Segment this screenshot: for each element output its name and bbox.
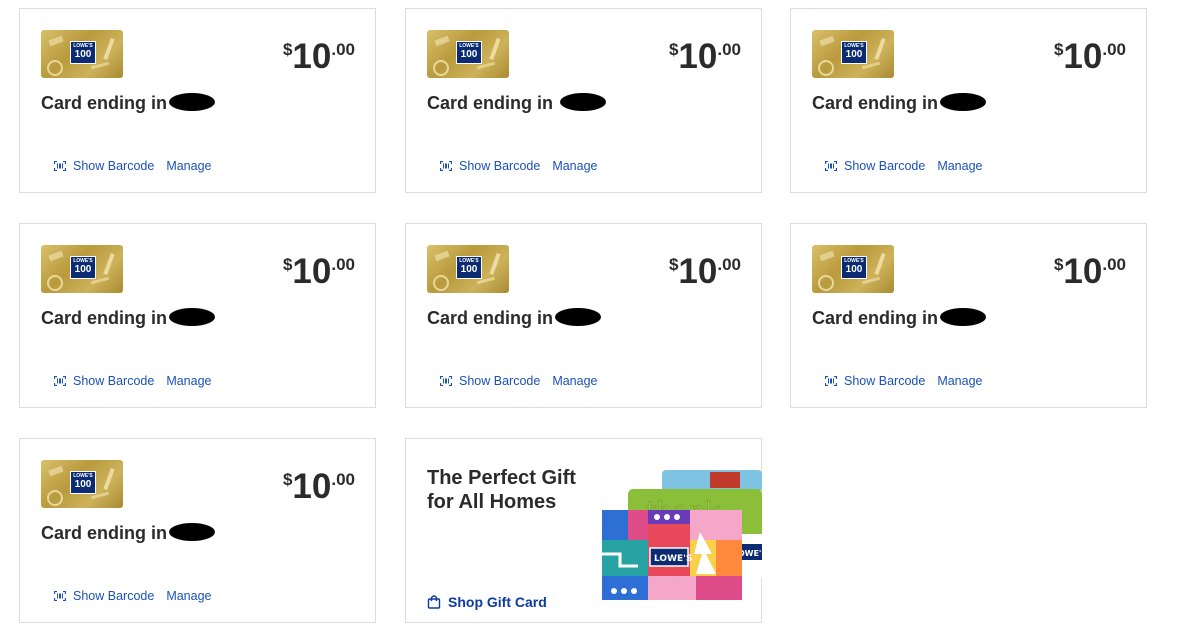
gift-card: LOWE'S 100 $10.00 Card ending in Show Ba… (790, 8, 1147, 193)
gift-card-illustration: thank LOWE'S LOWE'S (602, 470, 762, 600)
promo-title: The Perfect Gift for All Homes (427, 467, 576, 513)
show-barcode-link[interactable]: Show Barcode (73, 589, 154, 603)
redacted-card-number (555, 308, 601, 327)
show-barcode-link[interactable]: Show Barcode (73, 159, 154, 173)
gift-card-image: LOWE'S 100 (427, 245, 509, 293)
manage-link[interactable]: Manage (552, 374, 597, 388)
redacted-card-number (169, 523, 215, 542)
gift-card: LOWE'S 100 $10.00 Card ending in Show Ba… (405, 8, 762, 193)
manage-link[interactable]: Manage (166, 589, 211, 603)
card-balance: $10.00 (282, 37, 355, 76)
svg-text:LOWE'S: LOWE'S (654, 554, 692, 564)
gift-card-image: LOWE'S 100 (41, 460, 123, 508)
card-balance: $10.00 (668, 37, 741, 76)
lowes-logo: LOWE'S 100 (456, 41, 482, 64)
redacted-card-number (940, 93, 986, 112)
show-barcode-link[interactable]: Show Barcode (844, 374, 925, 388)
card-actions: Show Barcode Manage (825, 374, 983, 388)
barcode-scan-icon (54, 376, 66, 386)
card-ending-label: Card ending in (41, 308, 215, 329)
barcode-scan-icon (440, 376, 452, 386)
gift-card-image: LOWE'S 100 (812, 30, 894, 78)
lowes-logo: LOWE'S 100 (70, 41, 96, 64)
redacted-card-number (169, 308, 215, 327)
show-barcode-link[interactable]: Show Barcode (844, 159, 925, 173)
shopping-bag-icon (427, 595, 441, 609)
lowes-logo: LOWE'S 100 (70, 256, 96, 279)
lowes-logo: LOWE'S 100 (841, 256, 867, 279)
card-ending-label: Card ending in (427, 308, 601, 329)
card-ending-label: Card ending in (812, 93, 986, 114)
gift-card: LOWE'S 100 $10.00 Card ending in Show Ba… (19, 8, 376, 193)
card-actions: Show Barcode Manage (54, 159, 212, 173)
show-barcode-link[interactable]: Show Barcode (73, 374, 154, 388)
gift-card-image: LOWE'S 100 (812, 245, 894, 293)
card-actions: Show Barcode Manage (54, 374, 212, 388)
redacted-card-number (940, 308, 986, 327)
barcode-scan-icon (54, 591, 66, 601)
manage-link[interactable]: Manage (552, 159, 597, 173)
barcode-scan-icon (825, 161, 837, 171)
card-actions: Show Barcode Manage (440, 374, 598, 388)
show-barcode-link[interactable]: Show Barcode (459, 374, 540, 388)
lowes-logo: LOWE'S 100 (456, 256, 482, 279)
gift-card-image: LOWE'S 100 (41, 30, 123, 78)
manage-link[interactable]: Manage (166, 374, 211, 388)
gift-card-image: LOWE'S 100 (41, 245, 123, 293)
card-actions: Show Barcode Manage (825, 159, 983, 173)
gift-card-image: LOWE'S 100 (427, 30, 509, 78)
card-balance: $10.00 (282, 467, 355, 506)
lowes-logo: LOWE'S 100 (841, 41, 867, 64)
barcode-scan-icon (440, 161, 452, 171)
card-ending-label: Card ending in (812, 308, 986, 329)
barcode-scan-icon (825, 376, 837, 386)
card-actions: Show Barcode Manage (54, 589, 212, 603)
gift-card: LOWE'S 100 $10.00 Card ending in Show Ba… (19, 438, 376, 623)
redacted-card-number (169, 93, 215, 112)
promo-card: The Perfect Gift for All Homes thank LOW… (405, 438, 762, 623)
card-balance: $10.00 (1053, 37, 1126, 76)
redacted-card-number (560, 93, 607, 112)
gift-card: LOWE'S 100 $10.00 Card ending in Show Ba… (405, 223, 762, 408)
manage-link[interactable]: Manage (937, 374, 982, 388)
barcode-scan-icon (54, 161, 66, 171)
manage-link[interactable]: Manage (166, 159, 211, 173)
gift-card: LOWE'S 100 $10.00 Card ending in Show Ba… (790, 223, 1147, 408)
card-balance: $10.00 (668, 252, 741, 291)
card-balance: $10.00 (1053, 252, 1126, 291)
card-ending-label: Card ending in (41, 93, 215, 114)
lowes-logo: LOWE'S 100 (70, 471, 96, 494)
card-actions: Show Barcode Manage (440, 159, 598, 173)
card-balance: $10.00 (282, 252, 355, 291)
card-ending-label: Card ending in (427, 93, 607, 114)
gift-card: LOWE'S 100 $10.00 Card ending in Show Ba… (19, 223, 376, 408)
show-barcode-link[interactable]: Show Barcode (459, 159, 540, 173)
shop-gift-card-label: Shop Gift Card (448, 594, 547, 610)
card-ending-label: Card ending in (41, 523, 215, 544)
manage-link[interactable]: Manage (937, 159, 982, 173)
shop-gift-card-link[interactable]: Shop Gift Card (427, 594, 547, 610)
